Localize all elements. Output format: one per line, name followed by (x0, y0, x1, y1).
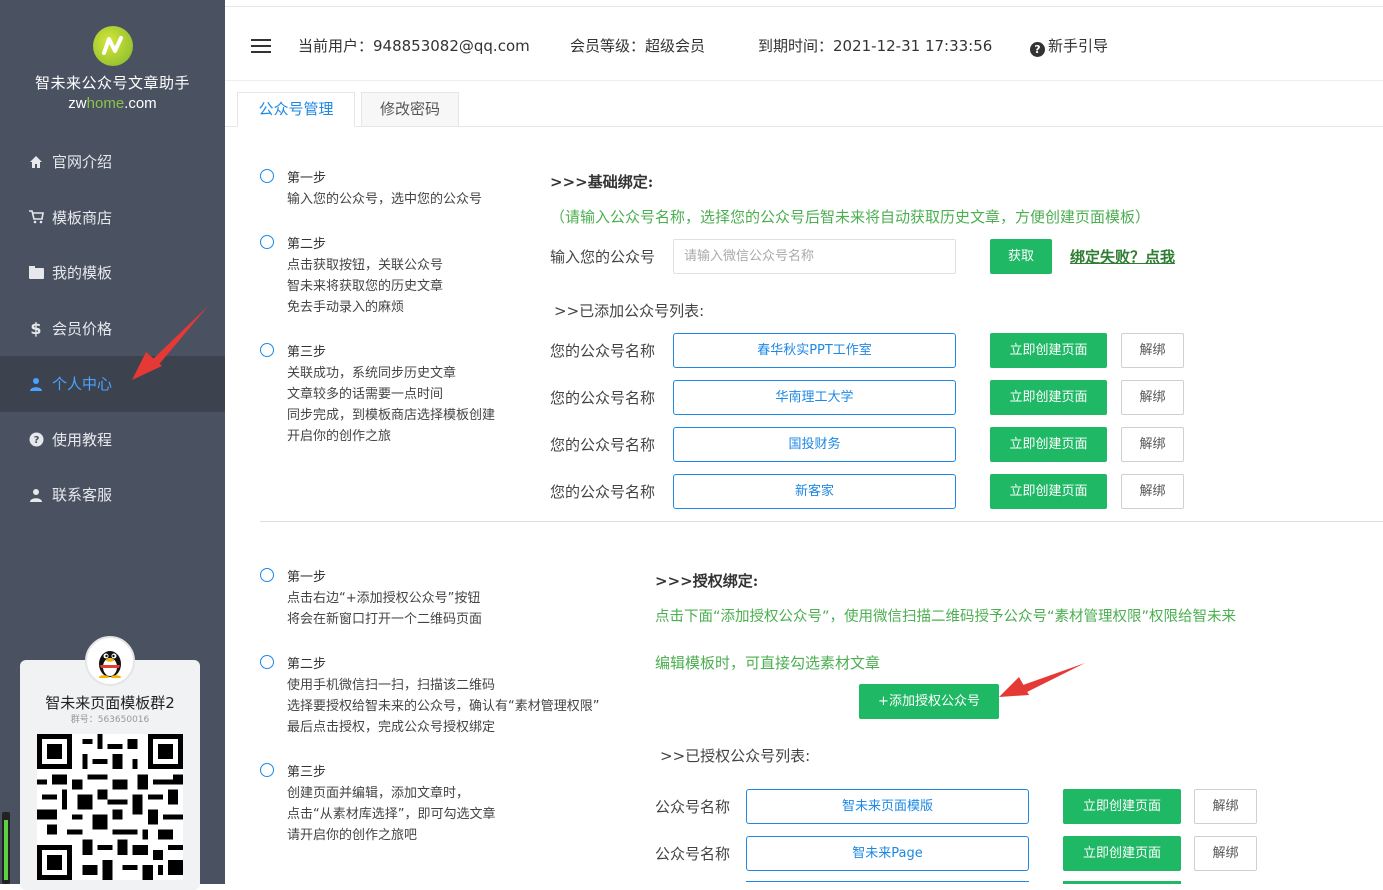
added-list-title: >>已添加公众号列表: (554, 302, 705, 320)
unbind-button[interactable]: 解绑 (1194, 789, 1257, 824)
top-bar: 当前用户：948853082@qq.com 会员等级：超级会员 到期时间：202… (225, 6, 1383, 81)
account-label: 您的公众号名称 (550, 342, 656, 360)
auth-note: 点击下面“添加授权公众号”，使用微信扫描二维码授予公众号“素材管理权限”权限给智… (655, 609, 1237, 625)
cart-icon (28, 209, 44, 225)
tab-change-password[interactable]: 修改密码 (361, 92, 459, 127)
account-label: 公众号名称 (655, 845, 731, 863)
unbind-button[interactable]: 解绑 (1121, 380, 1184, 415)
step-dot-icon (260, 763, 274, 777)
qq-group-card: 智未来页面模板群2 群号：563650016 (20, 636, 200, 890)
sidebar-item-home[interactable]: 官网介绍 (0, 134, 225, 190)
help-icon: ? (1030, 42, 1045, 57)
account-label: 公众号名称 (655, 798, 731, 816)
folder-icon (28, 265, 44, 281)
unbind-button[interactable]: 解绑 (1121, 474, 1184, 509)
step-dot-icon (260, 169, 274, 183)
account-name: 新客家 (673, 474, 956, 509)
red-arrow-icon (999, 663, 1085, 697)
sidebar-item-support[interactable]: 联系客服 (0, 467, 225, 523)
user-icon (28, 376, 44, 392)
step-dot-icon (260, 655, 274, 669)
sidebar-item-label: 个人中心 (52, 375, 113, 394)
expire-time: 到期时间：2021-12-31 17:33:56 (758, 37, 993, 55)
guide-link[interactable]: ? 新手引导 (1030, 35, 1108, 57)
account-name: 春华秋实PPT工作室 (673, 333, 956, 368)
logo-icon (92, 26, 133, 66)
sidebar: 智未来公众号文章助手 zwhome.com 官网介绍 模板商店 我的模板 $ 会… (0, 0, 225, 890)
account-label: 您的公众号名称 (550, 436, 656, 454)
auth-section-title: >>>授权绑定: (655, 572, 759, 590)
create-page-button[interactable]: 立即创建页面 (990, 427, 1107, 462)
section-divider (260, 521, 1383, 522)
signal-meter-icon (2, 812, 10, 884)
help-icon: ? (28, 431, 44, 447)
account-name: 华南理工大学 (673, 380, 956, 415)
sidebar-item-label: 联系客服 (52, 486, 113, 505)
unbind-button[interactable]: 解绑 (1194, 836, 1257, 871)
unbind-button[interactable]: 解绑 (1121, 427, 1184, 462)
authorized-list-title: >>已授权公众号列表: (660, 747, 811, 765)
create-page-button[interactable]: 立即创建页面 (990, 474, 1107, 509)
create-page-button[interactable]: 立即创建页面 (990, 333, 1107, 368)
sidebar-item-my-templates[interactable]: 我的模板 (0, 245, 225, 301)
input-label: 输入您的公众号 (550, 248, 656, 266)
account-name: 国投财务 (673, 427, 956, 462)
sidebar-item-label: 官网介绍 (52, 153, 113, 172)
step-dot-icon (260, 235, 274, 249)
tab-account-management[interactable]: 公众号管理 (237, 92, 355, 127)
basic-section-title: >>>基础绑定: (550, 173, 654, 191)
sidebar-item-label: 会员价格 (52, 319, 113, 338)
user-icon (28, 487, 44, 503)
tab-bar: 公众号管理 修改密码 (225, 92, 1383, 127)
sidebar-item-label: 模板商店 (52, 208, 113, 227)
qq-group-title: 智未来页面模板群2 (45, 694, 175, 712)
create-page-button[interactable]: 立即创建页面 (990, 380, 1107, 415)
qr-code-icon (37, 734, 183, 880)
dollar-icon: $ (30, 318, 42, 338)
fetch-button[interactable]: 获取 (990, 239, 1052, 274)
sidebar-item-label: 我的模板 (52, 264, 113, 283)
menu-toggle-icon[interactable] (251, 39, 271, 53)
bind-fail-link[interactable]: 绑定失败？点我 (1070, 246, 1175, 267)
create-page-button[interactable]: 立即创建页面 (1063, 836, 1181, 871)
account-label: 您的公众号名称 (550, 483, 656, 501)
account-name: 智未来页面模版 (746, 789, 1029, 824)
unbind-button[interactable]: 解绑 (1121, 333, 1184, 368)
create-page-button[interactable]: 立即创建页面 (1063, 789, 1181, 824)
qq-penguin-icon (85, 636, 135, 686)
brand-title: 智未来公众号文章助手 (34, 74, 190, 92)
red-arrow-icon (132, 306, 208, 380)
brand-logo: 智未来公众号文章助手 zwhome.com (0, 26, 225, 112)
auth-note-2: 编辑模板时，可直接勾选素材文章 (655, 654, 881, 672)
account-name: 智未来Page (746, 836, 1029, 871)
current-user: 当前用户：948853082@qq.com (298, 37, 530, 55)
step-dot-icon (260, 568, 274, 582)
account-label: 您的公众号名称 (550, 389, 656, 407)
home-icon (28, 154, 44, 170)
step-dot-icon (260, 343, 274, 357)
sidebar-item-label: 使用教程 (52, 430, 113, 449)
add-authorized-account-button[interactable]: +添加授权公众号 (859, 684, 999, 719)
basic-note: （请输入公众号名称，选择您的公众号后智未来将自动获取历史文章，方便创建页面模板） (550, 208, 1151, 226)
qq-group-number: 群号：563650016 (70, 715, 150, 725)
member-level: 会员等级：超级会员 (570, 37, 706, 55)
svg-text:?: ? (33, 435, 39, 446)
sidebar-item-tutorial[interactable]: ? 使用教程 (0, 412, 225, 468)
account-search-input[interactable]: 请输入微信公众号名称 (673, 239, 956, 274)
brand-url: zwhome.com (68, 95, 157, 112)
sidebar-item-store[interactable]: 模板商店 (0, 190, 225, 246)
